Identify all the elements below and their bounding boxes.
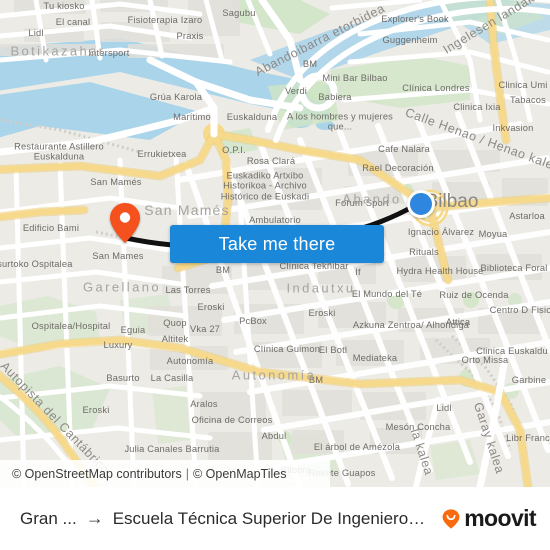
map-canvas[interactable]: .blk { fill:#e9e7e1; } .park { fill:#cfe… <box>0 0 550 487</box>
map-attribution: © OpenStreetMap contributors | © OpenMap… <box>0 460 330 487</box>
trip-origin-label: Gran ... <box>20 508 77 528</box>
take-me-there-button[interactable]: Take me there <box>170 225 384 263</box>
moovit-logo[interactable]: moovit <box>440 505 537 532</box>
attribution-separator: | <box>185 466 189 481</box>
map-pin-icon[interactable] <box>110 203 140 243</box>
arrow-right-icon: → <box>85 508 104 528</box>
trip-destination-label: Escuela Técnica Superior De Ingenieros I… <box>112 508 433 528</box>
moovit-wordmark: moovit <box>464 505 536 531</box>
trip-footer-bar: Gran ... → Escuela Técnica Superior De I… <box>0 487 550 550</box>
trip-summary[interactable]: Gran ... → Escuela Técnica Superior De I… <box>20 508 432 529</box>
moovit-pin-icon <box>440 508 462 530</box>
attribution-osm[interactable]: © OpenStreetMap contributors <box>12 467 182 481</box>
attribution-openmaptiles[interactable]: © OpenMapTiles <box>193 467 287 481</box>
moovit-trip-map-screen: .blk { fill:#e9e7e1; } .park { fill:#cfe… <box>0 0 550 550</box>
destination-dot-icon[interactable] <box>407 190 435 218</box>
